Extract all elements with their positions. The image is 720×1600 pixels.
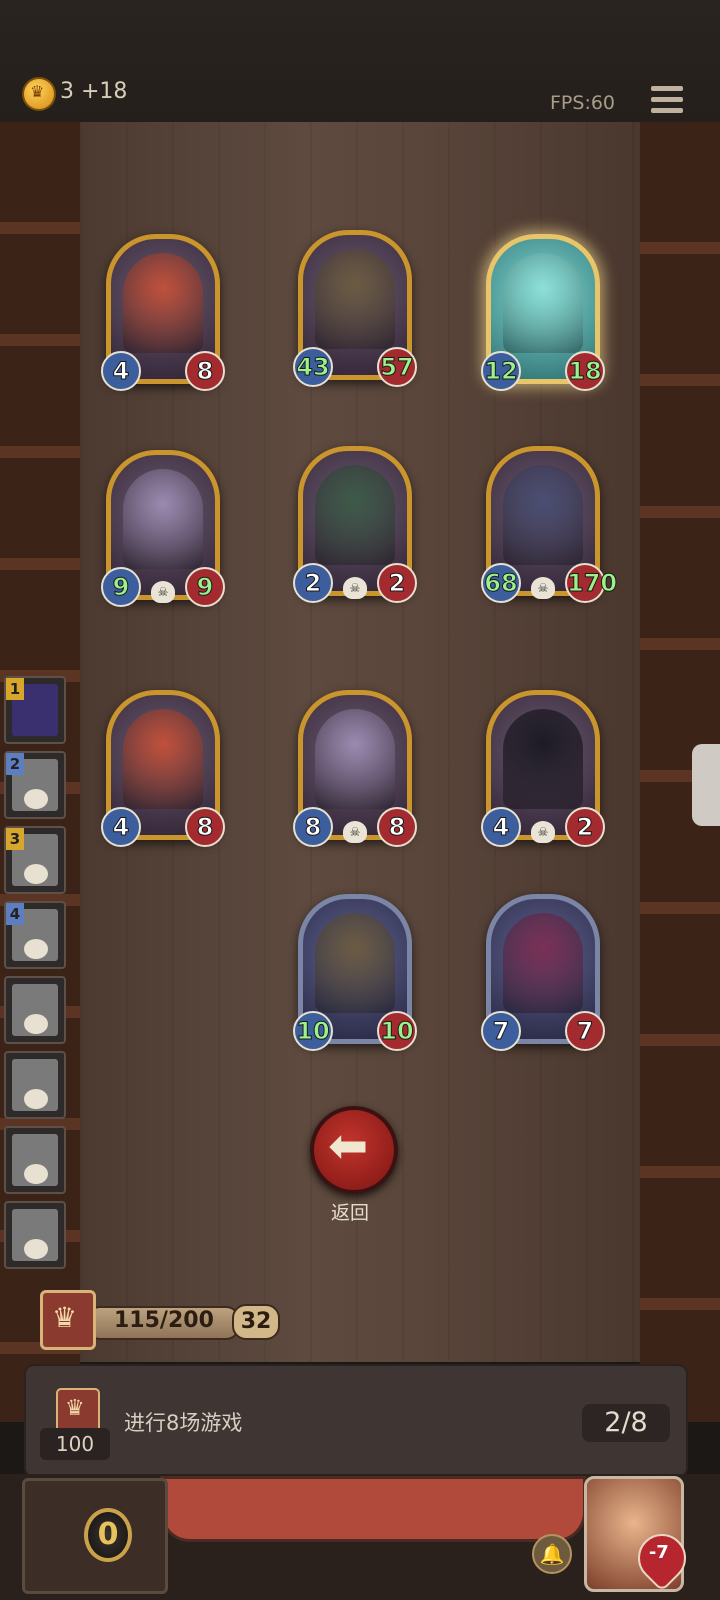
- skull-icon: ☠: [343, 821, 367, 843]
- quest-reward: 100: [40, 1428, 110, 1460]
- health-value: 57: [377, 347, 417, 387]
- skull-icon: ☠: [531, 821, 555, 843]
- skull-icon: [24, 1239, 48, 1259]
- minion-card[interactable]: 12 18: [481, 234, 605, 391]
- skull-icon: [24, 1164, 48, 1184]
- attack-value: 12: [481, 351, 521, 391]
- coin-count: 3 +18: [60, 79, 128, 104]
- skull-icon: [24, 939, 48, 959]
- health-value: 9: [185, 567, 225, 607]
- menu-button[interactable]: [651, 86, 683, 116]
- skull-icon: ☠: [531, 577, 555, 599]
- quest-progress: 2/8: [582, 1404, 670, 1442]
- opponent-slot[interactable]: [4, 1126, 66, 1194]
- minion-card[interactable]: 43 57: [293, 230, 417, 387]
- progress-badge: 32: [232, 1304, 280, 1340]
- side-tab[interactable]: [692, 744, 720, 826]
- skull-icon: [24, 1089, 48, 1109]
- minion-card[interactable]: 48: [101, 234, 225, 391]
- gold-count: 0: [84, 1508, 132, 1562]
- health-value: 2: [377, 563, 417, 603]
- attack-value: 10: [293, 1011, 333, 1051]
- opponent-slot[interactable]: 1: [4, 676, 66, 744]
- opponent-slot[interactable]: 4: [4, 901, 66, 969]
- minion-portrait: [503, 253, 583, 353]
- coin-icon: [22, 77, 56, 111]
- health-value: 2: [565, 807, 605, 847]
- attack-value: 2: [293, 563, 333, 603]
- minion-card[interactable]: ☠ 9 9: [101, 450, 225, 607]
- minion-portrait: [315, 465, 395, 565]
- crown-icon: ♛: [40, 1290, 96, 1350]
- skull-icon: [24, 864, 48, 884]
- minion-portrait: [315, 249, 395, 349]
- opponent-slot[interactable]: [4, 976, 66, 1044]
- minion-portrait: [503, 913, 583, 1013]
- tier-number: 1: [6, 678, 24, 700]
- health-value: 170: [565, 563, 618, 603]
- attack-value: 7: [481, 1011, 521, 1051]
- minion-portrait: [123, 709, 203, 809]
- attack-value: 4: [481, 807, 521, 847]
- progress-text: 115/200: [114, 1308, 214, 1333]
- attack-value: 68: [481, 563, 521, 603]
- health-value: 7: [565, 1011, 605, 1051]
- health-value: 18: [565, 351, 605, 391]
- tier-number: 3: [6, 828, 24, 850]
- minion-card[interactable]: 77: [481, 894, 605, 1051]
- skull-icon: [24, 789, 48, 809]
- back-button[interactable]: ⬅: [310, 1106, 398, 1194]
- minion-card[interactable]: 48: [101, 690, 225, 847]
- minion-portrait: [315, 913, 395, 1013]
- hand-area: [160, 1476, 586, 1542]
- minion-portrait: [503, 709, 583, 809]
- attack-value: 8: [293, 807, 333, 847]
- minion-portrait: [123, 469, 203, 569]
- attack-value: 4: [101, 807, 141, 847]
- minion-portrait: [503, 465, 583, 565]
- opponent-slot[interactable]: [4, 1051, 66, 1119]
- attack-value: 4: [101, 351, 141, 391]
- health-value: 8: [185, 807, 225, 847]
- bell-icon[interactable]: 🔔: [532, 1534, 572, 1574]
- minion-portrait: [123, 253, 203, 353]
- skull-icon: [24, 1014, 48, 1034]
- fps-counter: FPS:60: [550, 92, 616, 114]
- quest-text: 进行8场游戏: [124, 1411, 243, 1435]
- health-value: 8: [377, 807, 417, 847]
- minion-card[interactable]: ☠ 8 8: [293, 690, 417, 847]
- minion-portrait: [315, 709, 395, 809]
- attack-value: 9: [101, 567, 141, 607]
- skull-icon: ☠: [343, 577, 367, 599]
- back-label: 返回: [330, 1202, 369, 1224]
- minion-card[interactable]: 10 10: [293, 894, 417, 1051]
- minion-card[interactable]: ☠ 2 2: [293, 446, 417, 603]
- health-value: 10: [377, 1011, 417, 1051]
- minion-card[interactable]: ☠ 4 2: [481, 690, 605, 847]
- minion-card[interactable]: ☠ 68 170: [481, 446, 618, 603]
- arrow-left-icon: ⬅: [328, 1118, 369, 1174]
- opponent-slot[interactable]: [4, 1201, 66, 1269]
- hero-health: -7: [648, 1542, 669, 1564]
- skull-icon: ☠: [151, 581, 175, 603]
- tier-number: 4: [6, 903, 24, 925]
- tier-number: 2: [6, 753, 24, 775]
- health-value: 8: [185, 351, 225, 391]
- attack-value: 43: [293, 347, 333, 387]
- opponent-slot[interactable]: 3: [4, 826, 66, 894]
- opponent-slot[interactable]: 2: [4, 751, 66, 819]
